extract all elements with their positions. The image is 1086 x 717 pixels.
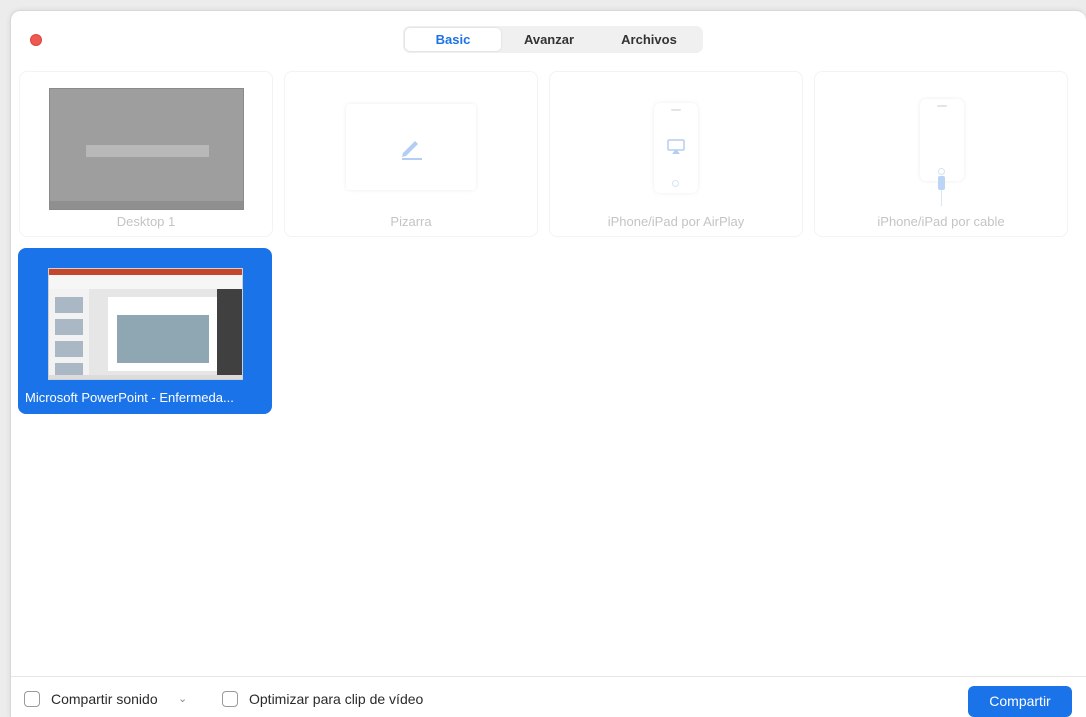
pencil-icon (402, 141, 422, 160)
footer-bar: Compartir sonido ⌄ Optimizar para clip d… (11, 676, 1086, 717)
source-whiteboard[interactable]: Pizarra (284, 71, 538, 237)
source-label: Desktop 1 (116, 214, 176, 229)
share-screen-window: Basic Avanzar Archivos Desktop 1 Pizarra (10, 10, 1086, 717)
share-sound-checkbox[interactable] (24, 691, 40, 707)
phone-outline (920, 99, 964, 181)
share-button[interactable]: Compartir (968, 686, 1072, 717)
source-label: iPhone/iPad por cable (877, 214, 1005, 229)
whiteboard-preview (346, 104, 476, 190)
source-iphone-cable[interactable]: iPhone/iPad por cable (814, 71, 1068, 237)
cable-icon (938, 176, 945, 190)
tab-bar: Basic Avanzar Archivos (403, 26, 703, 53)
source-iphone-airplay[interactable]: iPhone/iPad por AirPlay (549, 71, 803, 237)
phone-outline (654, 103, 698, 193)
source-label: Pizarra (390, 214, 432, 229)
airplay-icon (667, 139, 685, 154)
source-label: iPhone/iPad por AirPlay (607, 214, 745, 229)
source-label: Microsoft PowerPoint - Enfermeda... (25, 390, 234, 405)
close-window-button[interactable] (30, 34, 42, 46)
share-sound-label: Compartir sonido (51, 691, 158, 707)
tab-archivos[interactable]: Archivos (597, 28, 701, 51)
powerpoint-thumbnail (48, 268, 243, 380)
desktop-thumbnail (49, 88, 244, 210)
optimize-video-label: Optimizar para clip de vídeo (249, 691, 424, 707)
source-powerpoint-window[interactable]: Microsoft PowerPoint - Enfermeda... (18, 248, 272, 414)
tab-avanzar[interactable]: Avanzar (501, 28, 597, 51)
optimize-video-checkbox[interactable] (222, 691, 238, 707)
source-desktop-1[interactable]: Desktop 1 (19, 71, 273, 237)
tab-basic[interactable]: Basic (405, 28, 501, 51)
chevron-down-icon[interactable]: ⌄ (178, 692, 187, 705)
